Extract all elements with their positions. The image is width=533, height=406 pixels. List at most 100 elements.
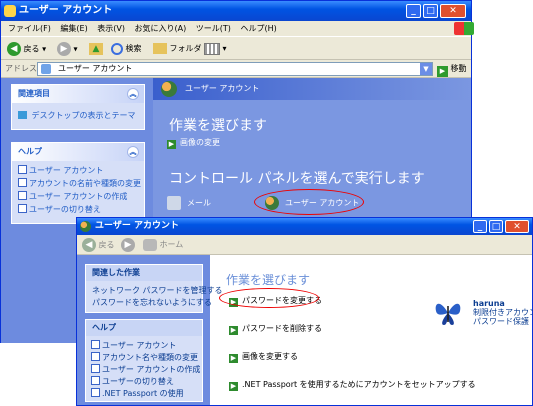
- help-link[interactable]: ユーザー アカウント: [91, 340, 176, 351]
- account-type: 制限付きアカウント: [473, 308, 533, 317]
- header-band: ユーザー アカウント: [153, 78, 471, 100]
- help-link[interactable]: .NET Passport の使用: [91, 388, 184, 399]
- back-arrow-icon: ◀: [82, 238, 96, 252]
- maximize-button[interactable]: □: [423, 4, 438, 18]
- help-panel: ヘルプ ︽ ユーザー アカウント アカウントの名前や種類の変更 ユーザー アカウ…: [11, 142, 145, 224]
- help-link[interactable]: アカウントの名前や種類の変更: [18, 178, 141, 189]
- help-link[interactable]: ユーザー アカウントの作成: [18, 191, 127, 202]
- task-arrow-icon: ▶: [229, 354, 238, 363]
- up-folder-icon: ▲: [89, 42, 103, 55]
- go-arrow-icon: ▶: [437, 66, 448, 77]
- related-tasks-panel: 関連した作業 ネットワーク パスワードを管理する パスワードを忘れないようにする: [85, 264, 223, 313]
- home-icon: [143, 238, 157, 251]
- password-status: パスワード保護: [473, 317, 529, 326]
- title-bar: ユーザー アカウント _ □ ✕: [77, 218, 532, 235]
- butterfly-avatar-icon: [433, 298, 463, 328]
- user-accounts-icon: [161, 81, 177, 97]
- related-link[interactable]: デスクトップの表示とテーマ: [18, 110, 136, 121]
- up-folder-button[interactable]: ▲: [89, 42, 103, 56]
- forward-arrow-icon: ▶: [121, 238, 135, 252]
- help-panel: ヘルプ ユーザー アカウント アカウント名や種類の変更 ユーザー アカウントの作…: [85, 319, 203, 402]
- help-panel-header: ヘルプ: [86, 320, 202, 336]
- help-icon: [91, 388, 100, 397]
- address-bar: アドレス(D) ユーザー アカウント ▼ ▶ 移動: [1, 60, 471, 78]
- task-arrow-icon: ▶: [167, 140, 176, 149]
- task-pane: 関連した作業 ネットワーク パスワードを管理する パスワードを忘れないようにする…: [77, 255, 223, 405]
- search-icon: [111, 42, 123, 55]
- back-arrow-icon: ◀: [7, 42, 21, 56]
- task-arrow-icon: ▶: [229, 382, 238, 391]
- help-icon: [91, 376, 100, 385]
- forward-arrow-icon: ▶: [57, 42, 71, 56]
- folder-icon: [153, 43, 167, 54]
- help-icon: [91, 364, 100, 373]
- related-panel-header[interactable]: 関連項目 ︽: [12, 85, 144, 103]
- help-link[interactable]: ユーザー アカウントの作成: [91, 364, 200, 375]
- home-button[interactable]: ホーム: [143, 238, 183, 252]
- section-heading: コントロール パネルを選んで実行します: [169, 171, 425, 187]
- windows-logo-icon: [454, 22, 474, 35]
- maximize-button[interactable]: □: [489, 220, 503, 233]
- menu-view[interactable]: 表示(V): [97, 24, 125, 33]
- minimize-button[interactable]: _: [473, 220, 487, 233]
- back-button[interactable]: ◀ 戻る: [82, 238, 115, 253]
- window-icon: [4, 5, 16, 17]
- task-change-picture[interactable]: ▶ 画像を変更する: [229, 351, 298, 363]
- nav-bar: ◀ 戻る ▶ ホーム: [77, 235, 532, 255]
- task-change-picture[interactable]: ▶ 画像の変更: [167, 137, 220, 149]
- help-icon: [18, 191, 27, 200]
- menu-bar: ファイル(F) 編集(E) 表示(V) お気に入り(A) ツール(T) ヘルプ(…: [1, 21, 474, 36]
- search-button[interactable]: 検索: [111, 42, 142, 56]
- highlight-oval: [219, 288, 319, 308]
- forward-button[interactable]: ▶ ▾: [57, 42, 78, 57]
- menu-tools[interactable]: ツール(T): [196, 24, 231, 33]
- title-bar: ユーザー アカウント _ □ ✕: [1, 1, 471, 21]
- menu-help[interactable]: ヘルプ(H): [240, 24, 276, 33]
- help-icon: [18, 165, 27, 174]
- views-icon: [204, 42, 220, 55]
- task-remove-password[interactable]: ▶ パスワードを削除する: [229, 323, 322, 335]
- help-icon: [91, 352, 100, 361]
- back-button[interactable]: ◀ 戻る ▾: [7, 42, 46, 57]
- related-tasks-header: 関連した作業: [86, 265, 202, 281]
- mail-item[interactable]: メール: [167, 196, 211, 210]
- mail-icon: [167, 196, 181, 210]
- close-button[interactable]: ✕: [505, 220, 529, 233]
- header-title: ユーザー アカウント: [185, 84, 260, 93]
- related-task-link[interactable]: パスワードを忘れないようにする: [92, 297, 212, 308]
- help-link[interactable]: ユーザーの切り替え: [91, 376, 174, 387]
- collapse-chevron-icon[interactable]: ︽: [127, 146, 139, 158]
- help-icon: [18, 178, 27, 187]
- related-panel: 関連項目 ︽ デスクトップの表示とテーマ: [11, 84, 145, 130]
- menu-edit[interactable]: 編集(E): [60, 24, 87, 33]
- task-setup-passport[interactable]: ▶ .NET Passport を使用するためにアカウントをセットアップする: [229, 379, 476, 391]
- user-info: haruna 制限付きアカウント パスワード保護: [473, 299, 533, 326]
- address-input[interactable]: ユーザー アカウント ▼: [37, 62, 433, 76]
- views-button[interactable]: ▾: [204, 42, 227, 56]
- close-button[interactable]: ✕: [440, 4, 466, 18]
- menu-file[interactable]: ファイル(F): [8, 24, 51, 33]
- display-icon: [18, 111, 27, 119]
- collapse-chevron-icon[interactable]: ︽: [127, 88, 139, 100]
- dropdown-arrow-icon[interactable]: ▼: [420, 63, 432, 75]
- help-link[interactable]: ユーザーの切り替え: [18, 204, 101, 215]
- user-name: haruna: [473, 299, 505, 308]
- help-link[interactable]: アカウント名や種類の変更: [91, 352, 198, 363]
- window-icon: [80, 221, 91, 232]
- forward-button[interactable]: ▶: [121, 238, 135, 252]
- help-icon: [18, 204, 27, 213]
- related-task-link[interactable]: ネットワーク パスワードを管理する: [92, 285, 223, 296]
- help-panel-header[interactable]: ヘルプ ︽: [12, 143, 144, 161]
- menu-favorites[interactable]: お気に入り(A): [135, 24, 187, 33]
- window-title: ユーザー アカウント: [19, 5, 113, 16]
- window-title: ユーザー アカウント: [95, 221, 179, 231]
- page-heading: 作業を選びます: [226, 273, 311, 287]
- help-link[interactable]: ユーザー アカウント: [18, 165, 103, 176]
- folders-button[interactable]: フォルダ: [153, 42, 202, 56]
- page-heading: 作業を選びます: [169, 118, 267, 134]
- minimize-button[interactable]: _: [406, 4, 421, 18]
- toolbar: ◀ 戻る ▾ ▶ ▾ ▲ 検索 フォルダ ▾: [1, 36, 471, 60]
- go-button[interactable]: ▶ 移動: [437, 62, 467, 77]
- task-arrow-icon: ▶: [229, 326, 238, 335]
- control-panel-icon: [41, 64, 51, 74]
